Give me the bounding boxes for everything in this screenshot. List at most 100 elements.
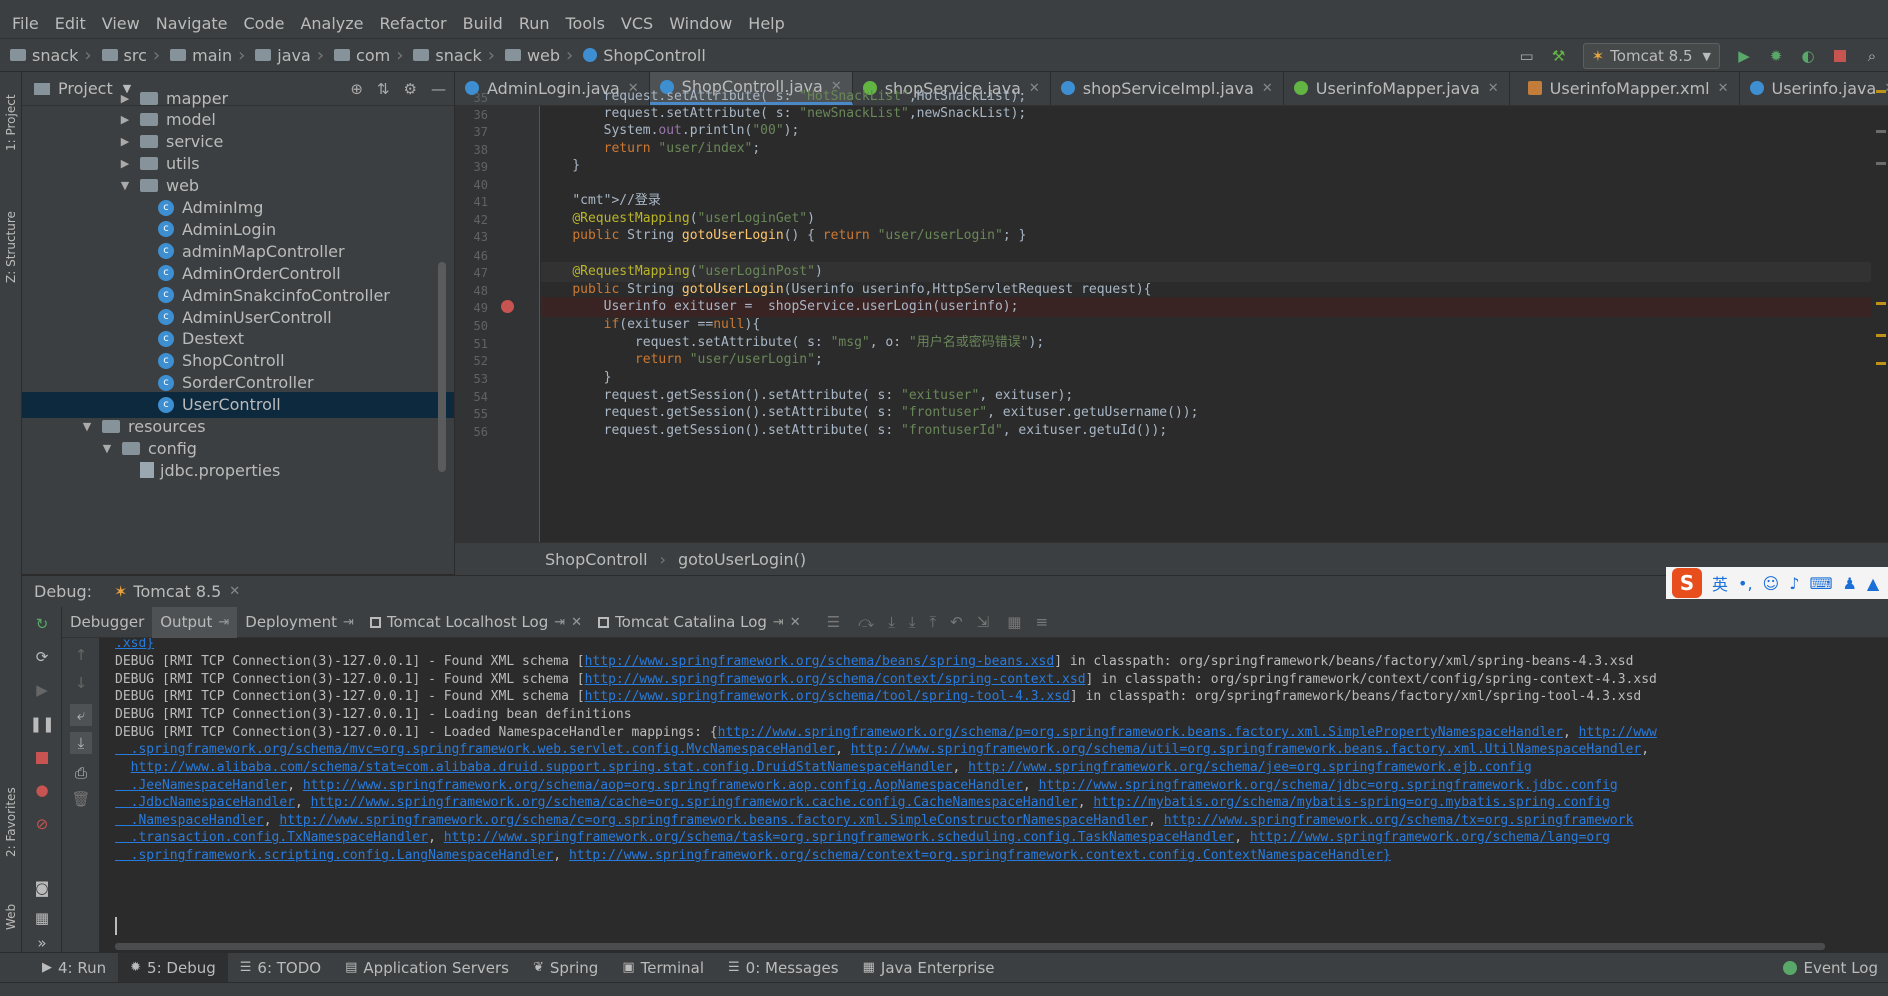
scroll-to-end-icon[interactable]: ⤓: [70, 732, 92, 754]
close-icon[interactable]: ✕: [1884, 81, 1888, 96]
tool-tab-application-servers[interactable]: ▤ Application Servers: [333, 953, 521, 983]
breadcrumb-item[interactable]: web ›: [495, 45, 573, 66]
chevron-down-icon[interactable]: ▼: [100, 442, 114, 455]
chevron-right-icon[interactable]: ▶: [118, 157, 132, 170]
code-line[interactable]: }: [541, 368, 1871, 388]
breakpoint-icon[interactable]: [501, 300, 514, 313]
camera-icon[interactable]: ◙: [31, 877, 53, 899]
tool-tab-0-messages[interactable]: ☰ 0: Messages: [716, 953, 851, 983]
debug-icon[interactable]: ✹: [1765, 45, 1787, 67]
step-over-icon[interactable]: ⤼: [858, 613, 874, 631]
console-output[interactable]: .xsd} DEBUG [RMI TCP Connection(3)-127.0.…: [100, 638, 1888, 952]
breadcrumb-item[interactable]: snack ›: [0, 45, 92, 66]
breadcrumb-item[interactable]: snack ›: [403, 45, 495, 66]
run-icon[interactable]: ▶: [1733, 45, 1755, 67]
ime-language[interactable]: 英: [1712, 571, 1728, 595]
breadcrumb-item[interactable]: com ›: [324, 45, 403, 66]
code-line[interactable]: if(exituser ==null){: [541, 315, 1871, 335]
pin-icon[interactable]: ⇥: [218, 615, 229, 630]
breadcrumb-item[interactable]: main ›: [160, 45, 245, 66]
code-line[interactable]: }: [541, 156, 1871, 176]
code-line[interactable]: request.getSession().setAttribute( s: "f…: [541, 421, 1871, 441]
punctuation-icon[interactable]: •,: [1738, 574, 1753, 593]
chevron-right-icon[interactable]: ▶: [118, 92, 132, 105]
debug-tab-output[interactable]: Output ⇥: [152, 606, 238, 638]
sogou-logo-icon[interactable]: S: [1672, 568, 1702, 598]
stop-icon[interactable]: [1829, 45, 1851, 67]
code-line[interactable]: Userinfo exituser = shopService.userLogi…: [541, 297, 1871, 317]
layout-icon[interactable]: ▦: [31, 907, 53, 929]
menu-item-refactor[interactable]: Refactor: [372, 14, 455, 33]
debug-tab-debugger[interactable]: Debugger: [62, 607, 152, 638]
code-line[interactable]: System.out.println("00");: [541, 121, 1871, 141]
editor-crumb-class[interactable]: ShopControll: [545, 550, 648, 569]
pause-icon[interactable]: ❚❚: [29, 713, 54, 735]
print-icon[interactable]: ⎙: [70, 762, 92, 784]
pin-icon[interactable]: ⇥: [773, 615, 784, 630]
run-to-cursor-icon[interactable]: ⇲: [977, 613, 990, 631]
soft-wrap-icon[interactable]: ⤶: [70, 704, 92, 726]
menu-item-file[interactable]: File: [4, 14, 47, 33]
tool-tab-java-enterprise[interactable]: ▦ Java Enterprise: [851, 953, 1007, 983]
evaluate-icon[interactable]: ▦: [1007, 613, 1021, 631]
code-line[interactable]: request.getSession().setAttribute( s: "f…: [541, 403, 1871, 423]
debug-session-tab[interactable]: ✶ Tomcat 8.5 ✕: [114, 582, 240, 601]
tool-tab-4-run[interactable]: ▶ 4: Run: [30, 953, 118, 983]
coverage-icon[interactable]: ◐: [1797, 45, 1819, 67]
tree-node[interactable]: jdbc.properties: [22, 457, 454, 483]
breadcrumb-item[interactable]: src ›: [92, 45, 160, 66]
step-out-icon[interactable]: ⤒: [929, 613, 936, 631]
tool-tab-6-todo[interactable]: ☰ 6: TODO: [228, 953, 333, 983]
layout-icon[interactable]: ▭: [1516, 45, 1538, 67]
emoji-icon[interactable]: ☺: [1763, 574, 1780, 593]
arrow-up-icon[interactable]: ↑: [70, 644, 92, 666]
error-stripe-mark[interactable]: [1876, 90, 1886, 93]
microphone-icon[interactable]: ♪: [1789, 574, 1799, 593]
tool-tab-terminal[interactable]: ▣ Terminal: [610, 953, 716, 983]
debug-tab-tomcat-catalina-log[interactable]: Tomcat Catalina Log ⇥ ✕: [590, 607, 809, 638]
debug-tab-tomcat-localhost-log[interactable]: Tomcat Localhost Log ⇥ ✕: [362, 607, 590, 638]
mute-breakpoints-icon[interactable]: ⊘: [31, 813, 53, 835]
menu-item-help[interactable]: Help: [740, 14, 792, 33]
close-icon[interactable]: ✕: [229, 584, 240, 599]
resume-icon[interactable]: ▶: [31, 679, 53, 701]
step-into-icon[interactable]: ⤓: [888, 613, 895, 631]
chevron-down-icon[interactable]: ▼: [80, 420, 94, 433]
chevron-right-icon[interactable]: ▶: [118, 113, 132, 126]
project-tool-tab[interactable]: 1: Project: [0, 78, 22, 168]
shirt-icon[interactable]: ▲: [1867, 574, 1879, 593]
menu-item-edit[interactable]: Edit: [47, 14, 94, 33]
menu-item-build[interactable]: Build: [455, 14, 511, 33]
web-tool-tab[interactable]: Web: [0, 892, 22, 942]
error-stripe-mark[interactable]: [1876, 130, 1886, 133]
search-icon[interactable]: ⌕: [1861, 45, 1883, 67]
menu-item-navigate[interactable]: Navigate: [148, 14, 236, 33]
event-log-button[interactable]: Event Log: [1783, 953, 1878, 983]
run-configuration-select[interactable]: ✶ Tomcat 8.5 ▼: [1582, 43, 1720, 69]
trash-icon[interactable]: 🗑: [70, 788, 92, 810]
menu-icon[interactable]: ☰: [827, 613, 840, 631]
keyboard-icon[interactable]: ⌨: [1809, 574, 1832, 593]
code-line[interactable]: return "user/userLogin";: [541, 350, 1871, 370]
close-icon[interactable]: ✕: [790, 615, 801, 630]
code-line[interactable]: @RequestMapping("userLoginPost"): [541, 262, 1871, 282]
user-icon[interactable]: ♟: [1843, 574, 1857, 593]
editor-crumb-method[interactable]: gotoUserLogin(): [678, 550, 806, 569]
breadcrumb-item[interactable]: java ›: [245, 45, 324, 66]
stop-icon[interactable]: [31, 747, 53, 769]
chevron-right-icon[interactable]: ▶: [118, 135, 132, 148]
refresh-icon[interactable]: ⟳: [31, 646, 53, 668]
rerun-icon[interactable]: ↻: [31, 613, 53, 635]
view-breakpoints-icon[interactable]: ●: [31, 779, 53, 801]
menu-item-code[interactable]: Code: [236, 14, 293, 33]
favorites-tool-tab[interactable]: 2: Favorites: [0, 772, 22, 872]
tool-tab-5-debug[interactable]: ✹ 5: Debug: [118, 952, 228, 983]
error-stripe-mark[interactable]: [1876, 302, 1886, 305]
console-horizontal-scrollbar[interactable]: [115, 943, 1825, 950]
arrow-down-icon[interactable]: ↓: [70, 672, 92, 694]
pin-icon[interactable]: ⇥: [554, 615, 565, 630]
error-stripe-mark[interactable]: [1876, 362, 1886, 365]
menu-item-view[interactable]: View: [94, 14, 148, 33]
breadcrumb-item[interactable]: ShopControll: [573, 46, 706, 65]
error-stripe-mark[interactable]: [1876, 334, 1886, 337]
